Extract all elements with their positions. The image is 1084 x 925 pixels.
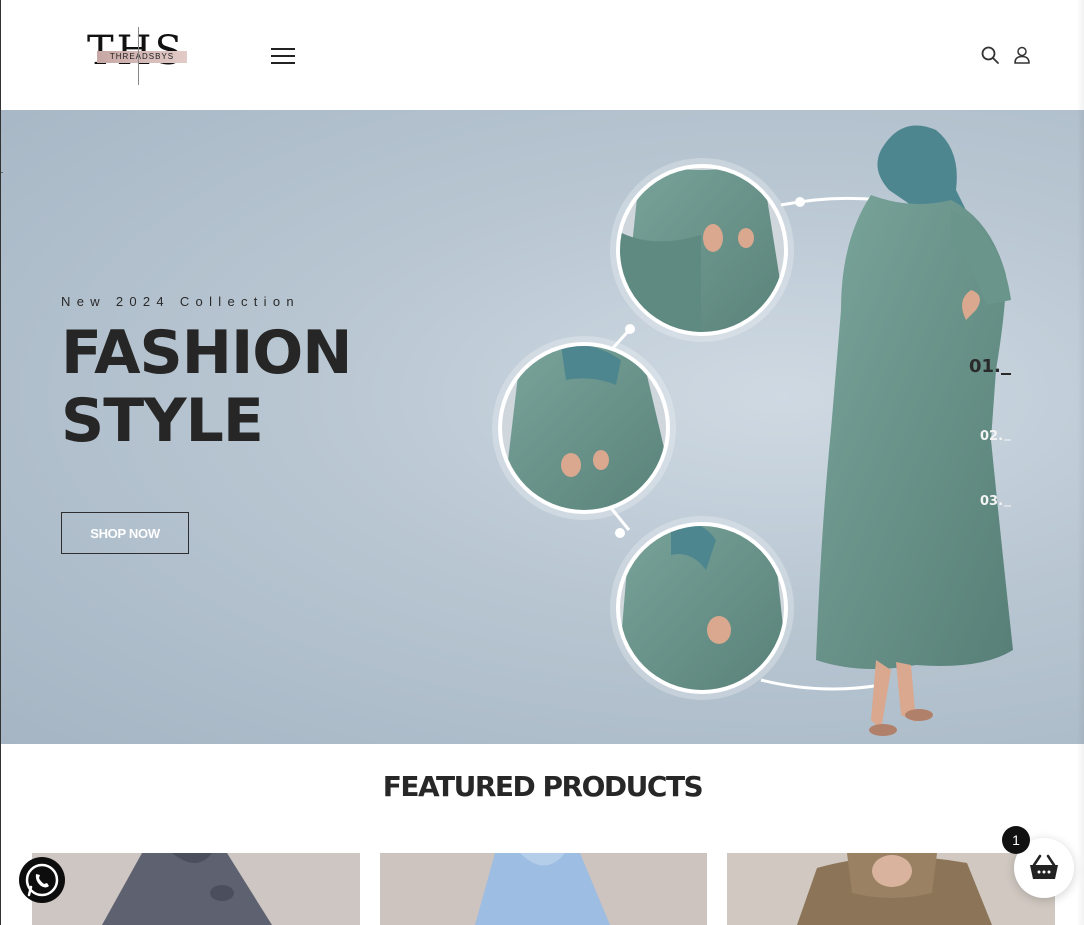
logo-wordmark: THREADSBYS [109,52,175,61]
page-edge-shadow [1077,0,1084,925]
detail-circle-2 [492,336,676,520]
user-icon[interactable] [1012,45,1032,65]
detail-circle-1 [610,158,794,342]
slide-edge-tick [1,172,3,173]
slide-indicator-3[interactable]: 03. [980,494,1003,509]
search-icon[interactable] [980,45,1000,65]
site-logo[interactable]: THS THREADSBYS [87,27,193,85]
cart-count-badge: 1 [1002,826,1030,854]
featured-products-heading: FEATURED PRODUCTS [382,770,704,803]
whatsapp-icon[interactable] [19,857,65,903]
hero-headline-line2: STYLE [61,386,264,456]
slide-indicator-2[interactable]: 02. [980,429,1003,444]
hero-slider: New 2024 Collection FASHION STYLE SHOP N… [1,110,1084,744]
hero-tagline: New 2024 Collection [61,294,300,309]
slide-indicator-1[interactable]: 01. [969,356,1001,377]
site-header: THS THREADSBYS [1,0,1084,110]
product-card-1[interactable] [32,853,360,925]
detail-circle-3 [610,516,794,700]
logo-divider [138,27,139,85]
product-card-3[interactable] [727,853,1055,925]
shop-now-button[interactable]: SHOP NOW [61,512,189,554]
hamburger-menu-icon[interactable] [271,46,295,66]
product-card-2[interactable] [380,853,707,925]
hero-headline-line1: FASHION [61,318,353,388]
